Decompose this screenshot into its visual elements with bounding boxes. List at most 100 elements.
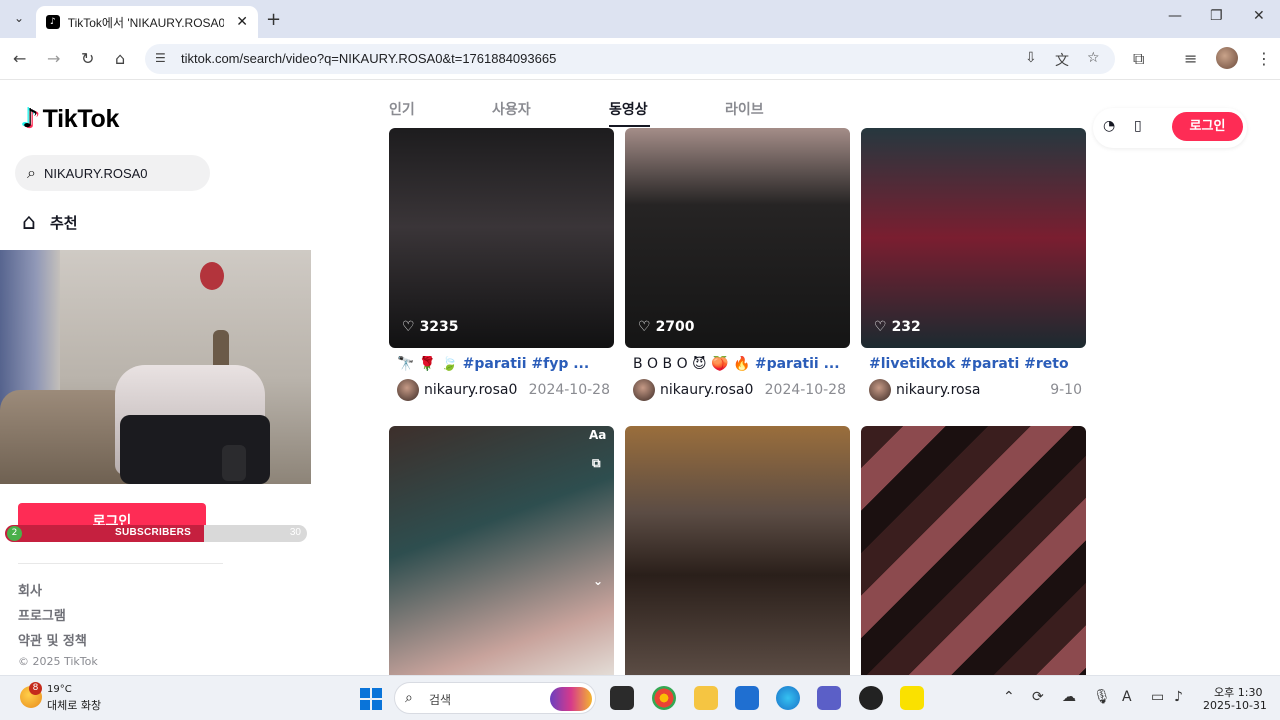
omnibox[interactable]: ☰ tiktok.com/search/video?q=NIKAURY.ROSA…	[145, 44, 1115, 74]
recommend-label: 추천	[49, 214, 78, 232]
display-icon[interactable]: ▭	[1151, 689, 1164, 705]
effect-icon: ⧉	[592, 456, 601, 470]
description-emoji: B O B O 😈 🍑 🔥	[633, 356, 755, 372]
more-menu-icon[interactable]: ⋮	[1256, 49, 1272, 68]
address-bar: ← → ↻ ⌂ ☰ tiktok.com/search/video?q=NIKA…	[0, 38, 1280, 80]
tray-chevron-icon[interactable]: ⌃	[1003, 689, 1015, 705]
video-description[interactable]: B O B O 😈 🍑 🔥 #paratii ...	[633, 356, 848, 372]
minimize-icon[interactable]: —	[1168, 8, 1182, 24]
clock-time[interactable]: 오후 1:30	[1214, 684, 1262, 700]
video-author-row[interactable]: nikaury.rosa 9-10	[869, 379, 1082, 401]
close-icon[interactable]: ✕	[236, 14, 248, 30]
file-explorer-icon[interactable]	[694, 686, 718, 710]
video-card[interactable]: ♡ 3235	[389, 128, 614, 348]
search-highlight-image	[550, 687, 592, 711]
windows-start-icon[interactable]	[360, 688, 382, 710]
chrome-icon[interactable]	[652, 686, 676, 710]
forward-icon[interactable]: →	[47, 49, 60, 68]
search-input[interactable]: ⌕ NIKAURY.ROSA0	[15, 155, 210, 191]
kakaotalk-icon[interactable]	[900, 686, 924, 710]
video-card[interactable]: ♡ 232	[861, 128, 1086, 348]
author-username[interactable]: nikaury.rosa	[896, 382, 980, 398]
tab-videos[interactable]: 동영상	[609, 99, 648, 119]
browser-tab[interactable]: ♪ TikTok에서 'NIKAURY.ROSA0' 동영상 ✕	[36, 6, 258, 38]
footer-link-company[interactable]: 회사	[18, 580, 42, 599]
reload-icon[interactable]: ↻	[81, 49, 94, 68]
video-thumbnail[interactable]	[625, 426, 850, 675]
author-avatar[interactable]	[397, 379, 419, 401]
video-description[interactable]: 🔭 🌹 🍃 #paratii #fyp ...	[397, 356, 612, 372]
video-card[interactable]: Aa ⧉ ⌄	[389, 426, 614, 675]
video-author-row[interactable]: nikaury.rosa0 2024-10-28	[633, 379, 846, 401]
subscriber-label: SUBSCRIBERS	[115, 527, 192, 538]
video-thumbnail[interactable]	[389, 128, 614, 348]
home-icon[interactable]: ⌂	[115, 49, 125, 68]
teams-icon[interactable]	[817, 686, 841, 710]
task-view-icon[interactable]	[610, 686, 634, 710]
mobile-app-icon[interactable]: ▯	[1134, 118, 1142, 134]
video-thumbnail[interactable]	[625, 128, 850, 348]
author-avatar[interactable]	[869, 379, 891, 401]
url-text[interactable]: tiktok.com/search/video?q=NIKAURY.ROSA0&…	[181, 51, 556, 66]
header-login-button[interactable]: 로그인	[1172, 112, 1243, 141]
description-hashtags[interactable]: #livetiktok #parati #reto	[869, 356, 1069, 372]
site-info-icon[interactable]: ☰	[155, 51, 166, 65]
sidebar-item-recommend[interactable]: ⌂ 추천	[22, 210, 78, 235]
sync-icon[interactable]: ⟳	[1032, 689, 1044, 705]
description-hashtags[interactable]: #paratii ...	[755, 356, 840, 372]
weather-description[interactable]: 대체로 화창	[47, 697, 101, 713]
install-app-icon[interactable]: ⇩	[1025, 50, 1037, 66]
profile-avatar[interactable]	[1216, 47, 1238, 69]
search-query[interactable]: NIKAURY.ROSA0	[44, 166, 148, 181]
video-card[interactable]: ♡ 2700	[625, 128, 850, 348]
input-method-icon[interactable]: A	[1122, 689, 1132, 705]
new-tab-icon[interactable]: +	[266, 9, 281, 30]
tiktok-logo[interactable]: ♪ TikTok	[22, 104, 119, 134]
sidebar-divider	[18, 563, 223, 564]
author-avatar[interactable]	[633, 379, 655, 401]
media-control-icon[interactable]: ≡	[1184, 49, 1197, 68]
video-thumbnail[interactable]	[389, 426, 614, 675]
video-card[interactable]	[861, 426, 1086, 675]
footer-link-terms[interactable]: 약관 및 정책	[18, 630, 87, 649]
bookmark-star-icon[interactable]: ☆	[1087, 50, 1100, 66]
like-count-value: 232	[891, 319, 921, 335]
translate-icon[interactable]: 文	[1055, 50, 1069, 70]
extensions-icon[interactable]: ⧉	[1133, 49, 1144, 69]
video-description[interactable]: #livetiktok #parati #reto	[869, 356, 1084, 372]
restore-icon[interactable]: ❐	[1210, 8, 1223, 24]
cloud-icon[interactable]: ☁	[1062, 689, 1076, 705]
taskbar-search[interactable]: ⌕ 검색	[394, 682, 596, 714]
heart-icon: ♡	[874, 319, 887, 335]
tab-search-icon[interactable]: ⌄	[8, 7, 30, 29]
tab-users[interactable]: 사용자	[492, 99, 531, 119]
description-hashtags[interactable]: #paratii #fyp ...	[463, 356, 590, 372]
activity-icon[interactable]: ◔	[1103, 118, 1115, 134]
tab-popular[interactable]: 인기	[389, 99, 415, 119]
clock-date[interactable]: 2025-10-31	[1203, 699, 1267, 712]
tab-live[interactable]: 라이브	[725, 99, 764, 119]
browser-tab-strip: ⌄ ♪ TikTok에서 'NIKAURY.ROSA0' 동영상 ✕ + — ❐…	[0, 0, 1280, 38]
video-author-row[interactable]: nikaury.rosa0 2024-10-28	[397, 379, 610, 401]
microphone-icon[interactable]: 🎙	[1093, 689, 1111, 705]
edge-icon[interactable]	[776, 686, 800, 710]
window-close-icon[interactable]: ✕	[1253, 8, 1265, 24]
weather-temperature[interactable]: 19°C	[47, 684, 72, 695]
back-icon[interactable]: ←	[13, 49, 26, 68]
like-count-value: 3235	[419, 319, 459, 335]
store-icon[interactable]	[735, 686, 759, 710]
heart-icon: ♡	[638, 319, 651, 335]
footer-link-program[interactable]: 프로그램	[18, 605, 66, 624]
author-username[interactable]: nikaury.rosa0	[424, 382, 517, 398]
app-icon[interactable]	[859, 686, 883, 710]
volume-icon[interactable]: ♪	[1174, 689, 1183, 705]
video-thumbnail[interactable]	[861, 426, 1086, 675]
active-tab-underline	[609, 125, 650, 127]
post-date: 9-10	[1050, 382, 1082, 398]
author-username[interactable]: nikaury.rosa0	[660, 382, 753, 398]
tab-title: TikTok에서 'NIKAURY.ROSA0' 동영상	[67, 15, 225, 30]
search-icon: ⌕	[405, 690, 413, 706]
video-card[interactable]	[625, 426, 850, 675]
video-thumbnail[interactable]	[861, 128, 1086, 348]
description-emoji: 🔭 🌹 🍃	[397, 356, 463, 372]
